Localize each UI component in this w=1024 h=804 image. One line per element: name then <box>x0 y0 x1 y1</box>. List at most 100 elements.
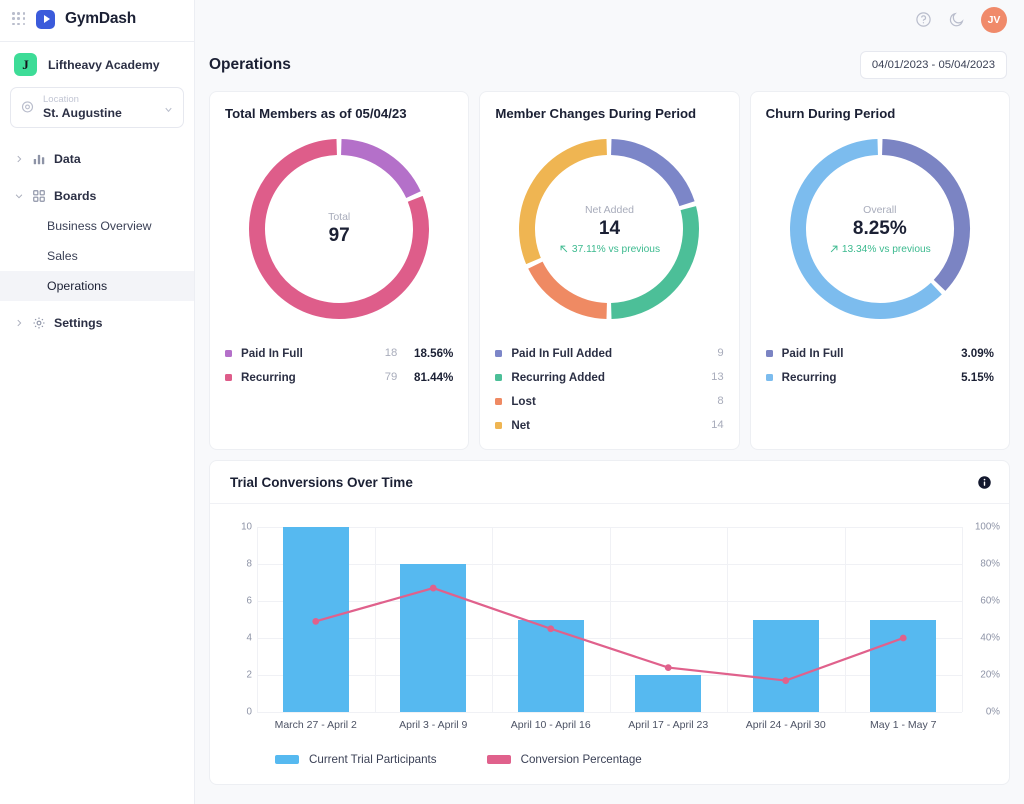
line-data-point[interactable] <box>899 634 907 642</box>
chart-legend-label: Current Trial Participants <box>309 753 437 766</box>
location-selector[interactable]: Location St. Augustine <box>10 87 184 129</box>
account-row[interactable]: J Liftheavy Academy <box>0 42 194 87</box>
legend-label: Recurring Added <box>511 370 605 384</box>
legend-row: Recurring Added 13 <box>495 365 724 389</box>
line-data-point[interactable] <box>429 584 437 592</box>
card-title: Member Changes During Period <box>495 106 697 121</box>
x-tick-label: March 27 - April 2 <box>274 719 357 731</box>
y-axis-right: 0% 20% 40% 60% 80% 100% <box>968 522 1000 718</box>
metric-cards: Total Members as of 05/04/23 Total 97 Pa… <box>195 79 1024 450</box>
legend-label: Paid In Full <box>781 346 844 360</box>
legend-color-swatch <box>225 349 232 357</box>
sidebar-nav: Data Boards Business Overview Sales Oper… <box>0 144 194 338</box>
sidebar-item-settings[interactable]: Settings <box>0 308 194 338</box>
legend-color-swatch <box>495 349 503 357</box>
donut-chart-churn: Overall 8.25% 13.34% vs previous <box>766 123 994 331</box>
y2-tick-label: 60% <box>980 595 1000 607</box>
account-avatar: J <box>14 53 37 76</box>
legend-count: 79 <box>384 371 398 383</box>
sidebar: GymDash J Liftheavy Academy Location St.… <box>0 0 195 804</box>
card-title: Churn During Period <box>765 106 896 121</box>
y-tick-label: 0 <box>246 706 252 718</box>
x-tick-label: April 24 - April 30 <box>745 719 826 731</box>
donut-center-label: Total <box>328 211 351 223</box>
app-grid-icon[interactable] <box>12 12 26 26</box>
y-tick-label: 2 <box>246 669 252 681</box>
donut-center: Total 97 <box>241 131 437 327</box>
legend-row: Lost 8 <box>495 389 724 413</box>
donut-delta: 37.11% vs previous <box>559 244 660 255</box>
topbar: JV <box>195 0 1024 39</box>
legend-row: Paid In Full 3.09% <box>765 341 994 365</box>
legend-color-swatch <box>765 349 773 357</box>
donut-center-value: 14 <box>598 217 621 239</box>
sidebar-item-label: Data <box>54 152 81 167</box>
sidebar-item-label: Boards <box>54 189 97 204</box>
chart-legend-item[interactable]: Conversion Percentage <box>486 753 642 766</box>
chart-legend-label: Conversion Percentage <box>520 753 642 766</box>
y2-tick-label: 100% <box>974 521 1000 533</box>
line-data-point[interactable] <box>782 677 790 684</box>
location-text: Location St. Augustine <box>43 94 155 120</box>
moon-icon[interactable] <box>948 11 965 28</box>
card-title: Total Members as of 05/04/23 <box>225 106 407 121</box>
legend-color-swatch <box>495 421 503 429</box>
y-tick-label: 4 <box>246 632 252 644</box>
line-series <box>312 584 907 684</box>
legend-count: 13 <box>711 371 724 383</box>
sidebar-item-data[interactable]: Data <box>0 144 194 174</box>
info-icon[interactable] <box>977 475 992 490</box>
legend-label: Recurring <box>781 370 837 384</box>
x-tick-label: May 1 - May 7 <box>869 719 937 731</box>
brand-name: GymDash <box>65 10 136 27</box>
grid-icon <box>32 189 46 203</box>
chart-legend-item[interactable]: Current Trial Participants <box>275 753 437 766</box>
donut-delta: 13.34% vs previous <box>829 244 931 255</box>
y2-tick-label: 80% <box>980 558 1000 570</box>
date-range-picker[interactable]: 04/01/2023 - 05/04/2023 <box>859 51 1007 79</box>
y2-tick-label: 0% <box>985 706 1000 718</box>
legend-label: Lost <box>511 394 536 408</box>
legend-percent: 5.15% <box>961 370 994 384</box>
bar-chart-icon <box>32 152 46 166</box>
legend-percent: 81.44% <box>414 370 454 384</box>
donut-center-label: Net Added <box>584 203 634 216</box>
help-circle-icon[interactable] <box>915 11 932 28</box>
legend-color-swatch <box>495 373 503 381</box>
main-content: JV Operations 04/01/2023 - 05/04/2023 To… <box>195 0 1024 804</box>
chevron-down-icon <box>14 191 24 201</box>
user-avatar[interactable]: JV <box>981 6 1007 33</box>
sidebar-item-operations[interactable]: Operations <box>0 271 194 302</box>
legend-count: 8 <box>717 395 724 407</box>
page-header: Operations 04/01/2023 - 05/04/2023 <box>195 39 1024 79</box>
map-pin-icon <box>20 100 35 115</box>
line-data-point[interactable] <box>664 664 672 671</box>
legend-count: 18 <box>384 347 398 359</box>
legend-percent: 18.56% <box>414 346 454 360</box>
conversion-line <box>315 586 904 682</box>
chevron-right-icon <box>14 318 24 328</box>
gridline-horizontal <box>257 712 962 713</box>
legend-label: Paid In Full <box>241 346 303 360</box>
card-legend: Paid In Full Added 9 Recurring Added 13 Lost… <box>495 341 724 437</box>
card-churn: Churn During Period Overall 8.25% 13.34%… <box>749 91 1010 450</box>
y-tick-label: 6 <box>246 595 252 607</box>
gear-icon <box>32 316 46 330</box>
chart-legend-swatch <box>275 755 299 764</box>
y-tick-label: 10 <box>241 521 252 533</box>
donut-center: Overall 8.25% 13.34% vs previous <box>782 131 978 327</box>
sidebar-item-label: Settings <box>54 316 103 331</box>
donut-center-value: 97 <box>328 225 350 246</box>
chart-title: Trial Conversions Over Time <box>230 475 413 490</box>
donut-center: Net Added 14 37.11% vs previous <box>511 131 707 327</box>
chevron-down-icon[interactable] <box>163 102 174 113</box>
sidebar-item-boards[interactable]: Boards <box>0 181 194 211</box>
gymdash-logo-icon <box>36 9 55 29</box>
sidebar-item-business-overview[interactable]: Business Overview <box>0 211 194 241</box>
line-data-point[interactable] <box>312 617 320 625</box>
sidebar-item-sales[interactable]: Sales <box>0 241 194 271</box>
chart-legend: Current Trial Participants Conversion Per… <box>210 731 1009 784</box>
location-value: St. Augustine <box>43 105 122 120</box>
line-data-point[interactable] <box>547 625 555 633</box>
